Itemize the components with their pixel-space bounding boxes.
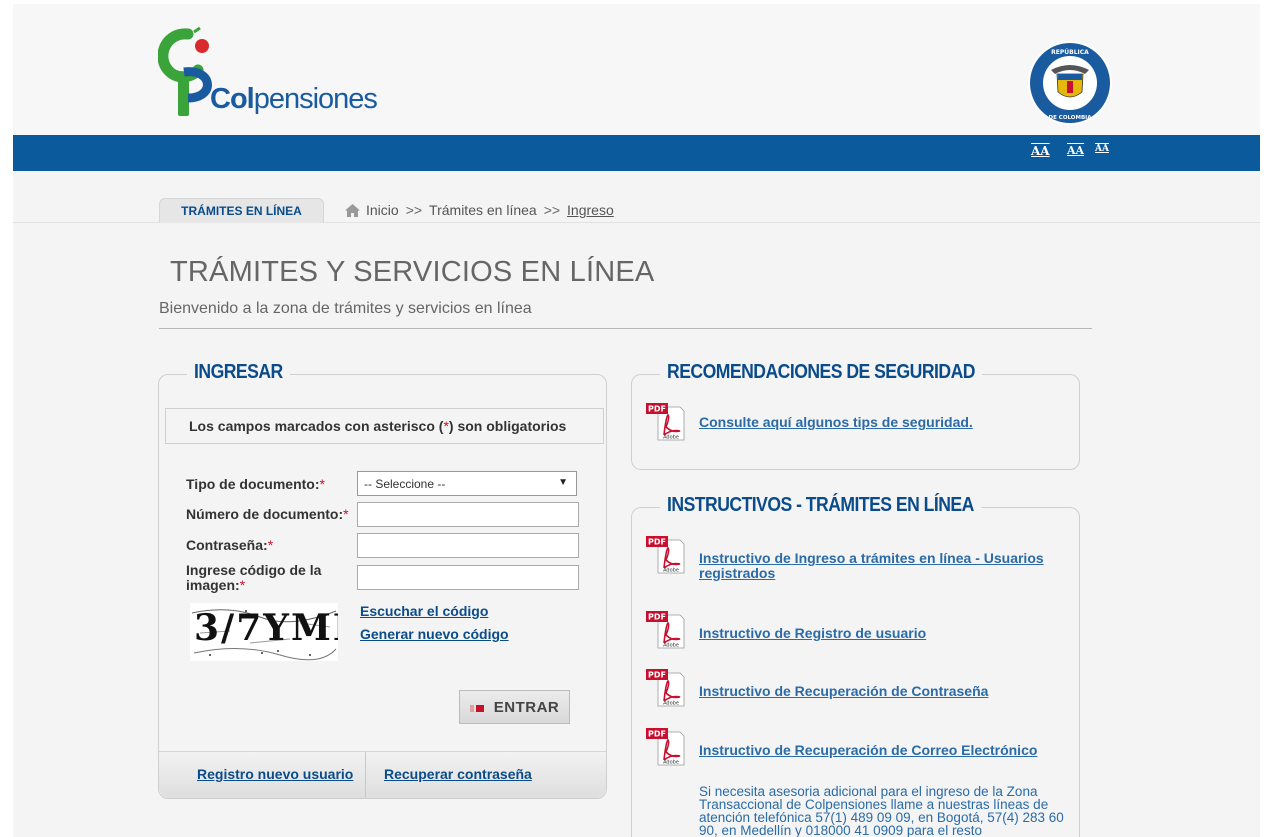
svg-text:PDF: PDF [648,538,666,547]
pdf-icon: PDF Adobe [646,611,685,649]
top-bar: AA AA AA [13,135,1260,171]
colpensiones-logo[interactable]: Colpensiones [157,26,388,121]
tab-tramites-en-linea[interactable]: TRÁMITES EN LÍNEA [159,198,324,223]
footer-divider [365,752,366,798]
logo-wordmark: Colpensiones [210,83,378,115]
breadcrumb-separator: >> [543,202,561,218]
svg-text:PDF: PDF [648,730,666,739]
republica-colombia-seal: REPÚBLICA DE COLOMBIA [1028,41,1112,125]
instructivo-ingreso-link[interactable]: Instructivo de Ingreso a trámites en lín… [699,551,1059,581]
site-header: Colpensiones REPÚBLICA DE COLOMBIA [13,4,1260,135]
font-size-medium-button[interactable]: AA [1067,144,1084,157]
captcha-label: Ingrese código de la imagen:* [186,562,322,593]
svg-text:Adobe: Adobe [663,435,679,441]
doc-number-label: Número de documento:* [186,506,349,522]
dropdown-arrow-icon: ▼ [558,477,568,488]
security-panel: RECOMENDACIONES DE SEGURIDAD PDF Adobe C… [631,361,1080,470]
login-footer: Registro nuevo usuario Recuperar contras… [159,751,606,798]
instructivo-contrasena-link[interactable]: Instructivo de Recuperación de Contraseñ… [699,684,988,699]
instructivo-registro-link[interactable]: Instructivo de Registro de usuario [699,626,926,641]
page-subtitle: Bienvenido a la zona de trámites y servi… [159,300,532,317]
svg-text:PDF: PDF [648,671,666,680]
pdf-icon: PDF Adobe [646,728,685,766]
listen-code-link[interactable]: Escuchar el código [360,603,488,619]
required-notice: Los campos marcados con asterisco (*) so… [165,408,604,444]
nav-strip: TRÁMITES EN LÍNEA Inicio >> Trámites en … [13,171,1260,223]
captcha-input[interactable] [357,565,579,590]
title-divider [159,328,1092,329]
arrow-icon [469,704,484,712]
page-frame: Colpensiones REPÚBLICA DE COLOMBIA AA AA… [13,4,1260,837]
svg-text:PDF: PDF [648,405,666,414]
instructivo-correo-link[interactable]: Instructivo de Recuperación de Correo El… [699,743,1037,758]
pdf-icon: PDF Adobe [646,669,685,707]
help-text: Si necesita asesoria adicional para el i… [699,784,1064,837]
font-size-large-button[interactable]: AA [1031,144,1050,158]
svg-text:DE COLOMBIA: DE COLOMBIA [1049,115,1093,121]
breadcrumb-separator: >> [405,202,423,218]
pdf-icon: PDF Adobe [646,403,685,441]
doc-type-label: Tipo de documento:* [186,476,325,492]
recover-password-link[interactable]: Recuperar contraseña [384,766,532,782]
login-legend: INGRESAR [187,361,290,384]
password-label: Contraseña:* [186,537,274,553]
font-size-small-button[interactable]: AA [1095,144,1109,154]
breadcrumb-ingreso[interactable]: Ingreso [567,202,614,218]
page-title: TRÁMITES Y SERVICIOS EN LÍNEA [170,256,655,288]
breadcrumb-tramites[interactable]: Trámites en línea [429,202,537,218]
breadcrumb: Inicio >> Trámites en línea >> Ingreso [345,202,614,218]
password-input[interactable] [357,533,579,558]
home-icon [345,203,360,217]
register-link[interactable]: Registro nuevo usuario [197,766,353,782]
pdf-icon: PDF Adobe [646,536,685,574]
svg-text:Adobe: Adobe [663,643,679,649]
doc-number-input[interactable] [357,502,579,527]
security-tips-link[interactable]: Consulte aquí algunos tips de seguridad. [699,415,973,430]
svg-text:PDF: PDF [648,613,666,622]
captcha-code-text: 3/7YMF [194,607,338,649]
svg-text:Adobe: Adobe [663,568,679,574]
instructions-panel: INSTRUCTIVOS - TRÁMITES EN LÍNEA PDF Ado… [631,494,1080,837]
svg-text:Adobe: Adobe [663,701,679,707]
breadcrumb-home[interactable]: Inicio [366,202,399,218]
security-legend: RECOMENDACIONES DE SEGURIDAD [660,361,982,384]
svg-text:REPÚBLICA: REPÚBLICA [1051,49,1089,56]
doc-type-select[interactable]: -- Seleccione -- ▼ [357,471,577,496]
svg-text:Adobe: Adobe [663,760,679,766]
login-panel: INGRESAR Los campos marcados con asteris… [158,361,607,799]
submit-button[interactable]: ENTRAR [459,690,570,724]
new-code-link[interactable]: Generar nuevo código [360,626,509,642]
instructions-legend: INSTRUCTIVOS - TRÁMITES EN LÍNEA [660,494,981,517]
captcha-image: 3/7YMF [190,603,338,661]
